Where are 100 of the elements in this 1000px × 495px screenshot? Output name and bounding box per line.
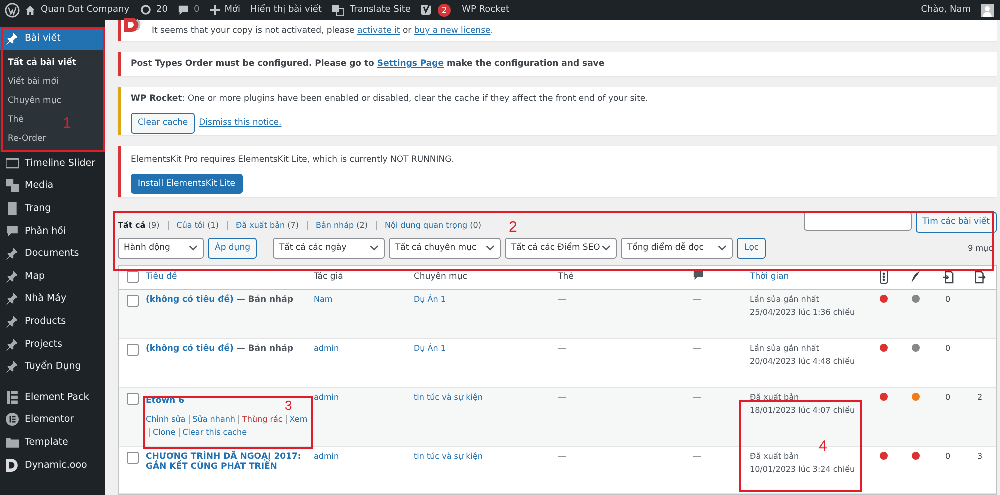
- category-link[interactable]: Dự Án 1: [414, 344, 446, 353]
- date-text: 20/04/2023 lúc 4:48 chiều: [750, 356, 856, 366]
- annotation-number: 1: [63, 115, 72, 132]
- table-cell: —: [693, 452, 702, 462]
- updates-count[interactable]: 20: [156, 5, 168, 15]
- filter-dropdown[interactable]: Tổng điểm dễ đọc: [621, 238, 734, 259]
- license-link[interactable]: buy a new license: [414, 26, 491, 36]
- bulk-action-dropdown[interactable]: Hành động: [118, 238, 204, 259]
- traffic-light-icon: [880, 270, 888, 284]
- sidebar-item[interactable]: Documents: [25, 248, 80, 260]
- sidebar-item[interactable]: Dynamic.ooo: [25, 460, 88, 471]
- dismiss-link[interactable]: Dismiss this notice.: [199, 118, 282, 128]
- table-cell: 2: [977, 392, 983, 402]
- new-menu-link[interactable]: Mới: [224, 5, 240, 15]
- avatar-icon[interactable]: [981, 4, 994, 16]
- elementor-icon: [6, 413, 19, 426]
- yoast-icon[interactable]: [420, 4, 433, 16]
- comments-count[interactable]: 0: [194, 5, 200, 15]
- wordpress-logo-icon[interactable]: [5, 2, 20, 18]
- submenu-item[interactable]: Re-Order: [0, 130, 54, 149]
- row-action-link[interactable]: Chỉnh sửa: [146, 414, 186, 424]
- checkbox[interactable]: [127, 392, 139, 405]
- author-link[interactable]: admin: [314, 392, 340, 402]
- greeting-link[interactable]: Chào, Nam: [921, 5, 971, 15]
- date-text: 25/04/2023 lúc 1:36 chiều: [750, 308, 856, 317]
- table-cell: —: [558, 452, 566, 462]
- sidebar-item[interactable]: Phản hồi: [25, 226, 66, 237]
- view-filter-link[interactable]: Nội dung quan trọng (0): [384, 220, 482, 230]
- row-action-link[interactable]: Xem: [290, 414, 308, 424]
- checkbox[interactable]: [127, 344, 139, 356]
- checkbox[interactable]: [127, 271, 139, 284]
- sidebar-item[interactable]: Tuyển Dụng: [25, 361, 82, 372]
- media-icon: [6, 179, 19, 192]
- column-header[interactable]: Thời gian: [750, 272, 790, 282]
- table-cell: —: [693, 294, 702, 305]
- date-status: Lần sửa gần nhất: [750, 344, 820, 353]
- view-filter-link[interactable]: Tất cả (9): [118, 220, 160, 230]
- category-link[interactable]: Dự Án 1: [414, 294, 446, 304]
- sidebar-item[interactable]: Nhà Máy: [25, 293, 67, 304]
- plus-icon[interactable]: [210, 5, 220, 15]
- checkbox[interactable]: [127, 452, 139, 464]
- item-count: 9 mục: [968, 244, 993, 253]
- wp-rocket-link[interactable]: WP Rocket: [462, 5, 510, 15]
- apply-button[interactable]: Áp dụng: [208, 238, 258, 259]
- column-header[interactable]: Tiêu đề: [146, 272, 178, 282]
- install-button[interactable]: Install ElementsKit Lite: [131, 174, 243, 194]
- row-action-link[interactable]: Thùng rác: [242, 414, 283, 424]
- clear-cache-button[interactable]: Clear cache: [131, 112, 196, 134]
- pin-icon: [6, 314, 19, 328]
- pin-icon: [6, 292, 19, 306]
- refresh-icon[interactable]: [140, 4, 152, 16]
- author-link[interactable]: admin: [314, 344, 340, 353]
- comment-icon[interactable]: [178, 4, 189, 16]
- sidebar-item[interactable]: Products: [25, 316, 66, 327]
- submenu-item[interactable]: Chuyên mục: [0, 92, 70, 111]
- sidebar-item[interactable]: Elementor: [25, 414, 74, 426]
- post-state: — Bản nháp: [236, 344, 294, 354]
- sidebar-item[interactable]: Media: [25, 180, 54, 192]
- translate-site-link[interactable]: Translate Site: [350, 5, 411, 15]
- comment-icon: [693, 270, 704, 282]
- view-filter-link[interactable]: Bản nháp (2): [316, 220, 368, 230]
- checkbox[interactable]: [127, 294, 139, 307]
- submenu-item[interactable]: Tất cả bài viết: [0, 54, 84, 73]
- author-link[interactable]: Nam: [314, 294, 333, 304]
- post-title-link[interactable]: (không có tiêu đề): [146, 294, 234, 305]
- category-link[interactable]: tin tức và sự kiện: [414, 392, 483, 402]
- table-cell: —: [693, 392, 702, 403]
- category-link[interactable]: tin tức và sự kiện: [414, 452, 483, 461]
- table-cell: 0: [945, 392, 951, 402]
- view-filter-link[interactable]: Của tôi (1): [176, 220, 219, 230]
- table-cell: —: [558, 344, 566, 354]
- post-title-link[interactable]: CHƯƠNG TRÌNH DÃ NGOẠI 2017: GẮN KẾT CÙNG PHÁT TRIỂN: [146, 452, 314, 472]
- row-action-link[interactable]: Clone: [153, 428, 176, 437]
- column-header: Chuyên mục: [414, 272, 468, 282]
- sidebar-item[interactable]: Timeline Slider: [25, 158, 96, 169]
- sidebar-item[interactable]: Template: [25, 436, 68, 448]
- home-icon[interactable]: [25, 4, 36, 16]
- view-posts-link[interactable]: Hiển thị bài viết: [250, 5, 322, 15]
- filter-button[interactable]: Lọc: [737, 238, 766, 259]
- filter-dropdown[interactable]: Tất cả các Điểm SEO: [505, 238, 618, 259]
- annotation-number: 2: [509, 219, 518, 236]
- sidebar-item[interactable]: Map: [25, 270, 46, 282]
- site-name-link[interactable]: Quan Dat Company: [41, 5, 130, 15]
- submenu-item[interactable]: Viết bài mới: [0, 73, 67, 92]
- activate-link[interactable]: activate it: [357, 26, 400, 36]
- filter-dropdown[interactable]: Tất cả các ngày: [273, 238, 386, 259]
- settings-link[interactable]: Settings Page: [377, 58, 444, 69]
- post-title-link[interactable]: (không có tiêu đề): [146, 344, 234, 354]
- table-cell: 0: [945, 344, 951, 353]
- sidebar-item[interactable]: Projects: [25, 338, 62, 350]
- table-cell: 0: [945, 294, 951, 304]
- translate-icon[interactable]: [332, 4, 345, 16]
- view-filter-link[interactable]: Đã xuất bản (7): [236, 220, 299, 230]
- filter-dropdown[interactable]: Tất cả chuyên mục: [389, 238, 502, 259]
- row-action-link[interactable]: Sửa nhanh: [192, 414, 236, 424]
- sidebar-item[interactable]: Element Pack: [25, 392, 90, 403]
- author-link[interactable]: admin: [314, 452, 340, 461]
- sidebar-item[interactable]: Trang: [25, 202, 52, 214]
- row-action-link[interactable]: Clear this cache: [182, 428, 247, 437]
- submenu-item[interactable]: Thẻ: [0, 111, 32, 130]
